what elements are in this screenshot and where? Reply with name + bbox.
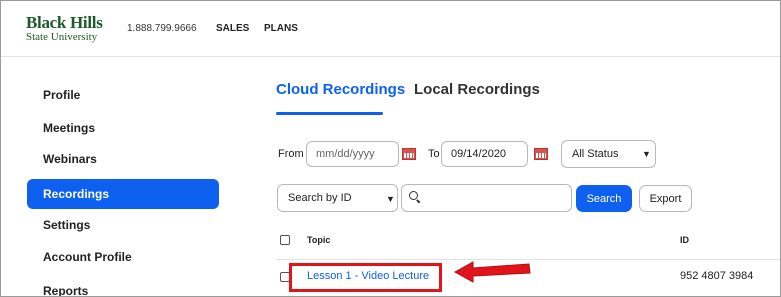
nav-sales-link[interactable]: SALES bbox=[216, 23, 249, 34]
sidebar-item-webinars[interactable]: Webinars bbox=[27, 144, 219, 174]
zoom-recordings-page: Black Hills State University 1.888.799.9… bbox=[0, 0, 781, 297]
nav-plans-link[interactable]: PLANS bbox=[264, 23, 298, 34]
sidebar-item-meetings[interactable]: Meetings bbox=[27, 113, 219, 143]
from-label: From bbox=[278, 148, 304, 160]
calendar-icon[interactable] bbox=[534, 148, 548, 160]
calendar-icon[interactable] bbox=[402, 148, 416, 160]
status-select-value: All Status bbox=[572, 148, 619, 160]
status-select[interactable]: All Status ▼ bbox=[561, 140, 656, 168]
to-date-input[interactable]: 09/14/2020 bbox=[441, 141, 528, 167]
logo-line-1: Black Hills bbox=[26, 13, 103, 32]
select-all-checkbox[interactable] bbox=[280, 235, 290, 245]
search-type-select[interactable]: Search by ID ▼ bbox=[277, 184, 398, 212]
to-label: To bbox=[428, 148, 440, 160]
search-button[interactable]: Search bbox=[576, 185, 632, 212]
sidebar-item-profile[interactable]: Profile bbox=[27, 80, 219, 110]
university-logo[interactable]: Black Hills State University bbox=[26, 14, 103, 43]
column-header-id: ID bbox=[680, 235, 689, 245]
recording-id: 952 4807 3984 bbox=[680, 270, 754, 282]
from-date-input[interactable]: mm/dd/yyyy bbox=[306, 141, 399, 167]
arrow-left-icon bbox=[453, 261, 531, 283]
tab-cloud-recordings[interactable]: Cloud Recordings bbox=[276, 81, 405, 98]
sidebar-item-settings[interactable]: Settings bbox=[27, 210, 219, 240]
active-tab-indicator bbox=[276, 112, 383, 115]
logo-line-2: State University bbox=[26, 31, 98, 43]
column-header-topic: Topic bbox=[307, 235, 331, 245]
phone-number: 1.888.799.9666 bbox=[127, 23, 197, 34]
chevron-down-icon: ▼ bbox=[642, 149, 651, 159]
tab-local-recordings[interactable]: Local Recordings bbox=[414, 81, 540, 98]
export-button[interactable]: Export bbox=[639, 185, 692, 212]
chevron-down-icon: ▼ bbox=[386, 194, 395, 204]
search-type-value: Search by ID bbox=[288, 192, 352, 204]
sidebar: Profile Meetings Webinars Recordings Set… bbox=[1, 58, 241, 296]
search-icon bbox=[409, 191, 418, 200]
sidebar-item-recordings[interactable]: Recordings bbox=[27, 179, 219, 209]
sidebar-item-reports[interactable]: Reports bbox=[27, 276, 219, 296]
top-header: Black Hills State University 1.888.799.9… bbox=[1, 1, 780, 57]
search-input[interactable] bbox=[401, 184, 572, 212]
recording-topic-link[interactable]: Lesson 1 - Video Lecture bbox=[307, 270, 429, 282]
sidebar-item-account-profile[interactable]: Account Profile bbox=[27, 242, 219, 272]
